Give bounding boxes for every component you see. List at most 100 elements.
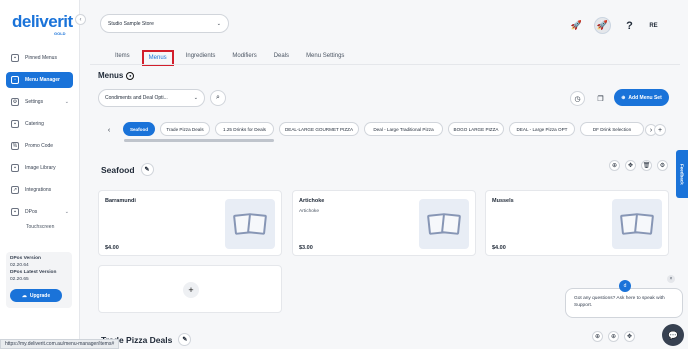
rocket-icon[interactable]: 🚀 xyxy=(568,17,585,34)
chip-deal-large-traditional[interactable]: Deal - Large Traditional Pizza xyxy=(364,122,443,136)
sidebar-item-label: Menu Manager xyxy=(25,77,61,83)
item-price: $4.00 xyxy=(492,245,506,251)
item-price: $3.00 xyxy=(299,245,313,251)
menu-category-select[interactable]: Condiments and Deal Opti... ⌄ xyxy=(98,89,205,107)
add-item-icon[interactable]: ⊕ xyxy=(592,331,603,342)
upgrade-button-label: Upgrade xyxy=(29,292,51,299)
plus-circle-icon: ⊕ xyxy=(621,94,626,101)
sidebar-item-label: Catering xyxy=(25,121,44,127)
sidebar-item-catering[interactable]: ▪ Catering xyxy=(6,116,73,132)
item-description: Artichoke xyxy=(299,209,319,214)
menu-category-chips: Seafood Trade Pizza Deals 1.25 Drinks fo… xyxy=(122,122,644,138)
chevron-down-icon: ⌄ xyxy=(64,209,69,215)
section-title-text: Seafood xyxy=(101,164,135,175)
gear-icon: ⚙ xyxy=(11,98,19,106)
chevron-down-icon: ⌄ xyxy=(193,95,198,101)
chip-deal-large-gourmet[interactable]: DEAL-LARGE GOURMET PIZZA xyxy=(279,122,359,136)
tab-divider xyxy=(90,64,680,65)
chip-deal-large-pizza-opt[interactable]: DEAL - Large Pizza OPT xyxy=(509,122,575,136)
sidebar-item-label: Settings xyxy=(25,99,44,105)
image-placeholder-icon xyxy=(612,199,662,249)
menu-item-card[interactable]: Barramundi $4.00 xyxy=(98,190,282,256)
sidebar-item-promo-code[interactable]: % Promo Code xyxy=(6,138,73,154)
sidebar-item-settings[interactable]: ⚙ Settings ⌄ xyxy=(6,94,73,110)
promo-icon: % xyxy=(11,142,19,150)
sidebar-item-integrations[interactable]: ↗ Integrations xyxy=(6,182,73,198)
dpos-icon: ▪ xyxy=(11,208,19,216)
sidebar: deliverit GOLD ▪ Pinned Menus ▫ Menu Man… xyxy=(0,0,80,349)
dpos-version-label: DPos Version xyxy=(10,256,41,261)
image-placeholder-icon xyxy=(225,199,275,249)
item-price: $4.00 xyxy=(105,245,119,251)
add-item-icon[interactable]: ⊕ xyxy=(609,160,620,171)
sidebar-item-label: Image Library xyxy=(25,165,56,171)
close-icon[interactable]: × xyxy=(667,275,675,283)
sidebar-item-menu-manager[interactable]: ▫ Menu Manager xyxy=(6,72,73,88)
chip-scroll-left-button[interactable]: ‹ xyxy=(103,124,115,136)
search-icon[interactable]: ⌕ xyxy=(210,90,226,106)
sidebar-item-label: Integrations xyxy=(25,187,52,193)
item-name: Artichoke xyxy=(299,198,325,204)
menu-manager-icon: ▫ xyxy=(11,76,19,84)
integrations-icon: ↗ xyxy=(11,186,19,194)
move-icon[interactable]: ✥ xyxy=(625,160,636,171)
menu-item-card[interactable]: Mussels $4.00 xyxy=(485,190,669,256)
sidebar-item-label: Pinned Menus xyxy=(25,55,57,61)
copy-icon[interactable]: ❐ xyxy=(593,91,608,106)
catering-icon: ▪ xyxy=(11,120,19,128)
rocket-launch-icon[interactable]: 🚀 xyxy=(594,17,611,34)
edit-icon[interactable]: ✎ xyxy=(178,333,192,346)
gear-icon[interactable]: ⚙ xyxy=(657,160,668,171)
page-title: Menus ● xyxy=(98,71,135,80)
image-placeholder-icon xyxy=(419,199,469,249)
chip-trade-pizza-deals[interactable]: Trade Pizza Deals xyxy=(160,122,210,136)
menu-item-card[interactable]: Artichoke Artichoke $3.00 xyxy=(292,190,476,256)
menu-category-value: Condiments and Deal Opti... xyxy=(105,95,168,101)
edit-icon[interactable]: ✎ xyxy=(140,163,154,176)
sidebar-item-label: Promo Code xyxy=(25,143,54,149)
brand-logo-sub: GOLD xyxy=(54,31,66,36)
store-select[interactable]: Studio Sample Store ⌄ xyxy=(100,14,229,33)
dpos-latest-version-label: DPos Latest Version xyxy=(10,270,57,275)
move-icon[interactable]: ✥ xyxy=(624,331,635,342)
chat-message[interactable]: Got any questions? Ask here to speak wit… xyxy=(565,288,683,318)
dpos-version-value: 02.20.64 xyxy=(10,263,29,268)
add-item-card[interactable]: + xyxy=(98,265,282,313)
section-title-seafood: Seafood ✎ xyxy=(101,163,154,176)
status-bar-url: https://my.deliverit.com.au/menu-manager… xyxy=(0,339,120,349)
help-icon[interactable]: ? xyxy=(621,17,638,34)
chevron-down-icon: ⌄ xyxy=(216,20,221,27)
chat-agent-avatar: d xyxy=(619,280,631,292)
chip-bogo-large-pizza[interactable]: BOGO LARGE PIZZA xyxy=(448,122,504,136)
sidebar-item-dpos[interactable]: ▪ DPos ⌄ xyxy=(6,204,73,220)
chat-launcher-icon[interactable]: 💬 xyxy=(662,324,684,346)
clock-icon[interactable]: ◷ xyxy=(570,91,585,106)
add-item-icon[interactable]: ⊕ xyxy=(608,331,619,342)
item-name: Barramundi xyxy=(105,198,136,204)
image-icon: ▪ xyxy=(11,164,19,172)
info-icon[interactable]: ● xyxy=(126,71,135,80)
user-avatar[interactable]: RE xyxy=(645,17,662,34)
sidebar-subitem-touchscreen[interactable]: Touchscreen xyxy=(26,224,54,230)
chip-scrollbar[interactable] xyxy=(124,139,274,142)
item-name: Mussels xyxy=(492,198,514,204)
brand-logo[interactable]: deliverit xyxy=(12,12,73,32)
sidebar-item-image-library[interactable]: ▪ Image Library xyxy=(6,160,73,176)
sidebar-collapse-button[interactable]: ‹ xyxy=(75,14,86,25)
upgrade-button[interactable]: ☁ Upgrade xyxy=(10,289,62,302)
cloud-icon: ☁ xyxy=(21,292,27,299)
chip-drinks-for-deals[interactable]: 1.25 Drinks for Deals xyxy=(215,122,274,136)
add-category-button[interactable]: + xyxy=(654,124,666,136)
chip-seafood[interactable]: Seafood xyxy=(123,122,155,136)
store-select-value: Studio Sample Store xyxy=(108,20,154,27)
dpos-latest-version-value: 02.20.65 xyxy=(10,277,29,282)
plus-icon: + xyxy=(183,282,199,298)
sidebar-item-pinned-menus[interactable]: ▪ Pinned Menus xyxy=(6,50,73,66)
sidebar-item-label: DPos xyxy=(25,209,38,215)
pin-icon: ▪ xyxy=(11,54,19,62)
chip-df-drink-selection[interactable]: DF Drink Selection xyxy=(580,122,644,136)
trash-icon[interactable]: 🗑 xyxy=(641,160,652,171)
feedback-tab[interactable]: Feedback xyxy=(676,150,688,198)
chevron-down-icon: ⌄ xyxy=(64,99,69,105)
add-menu-set-button[interactable]: ⊕ Add Menu Set xyxy=(614,89,669,106)
